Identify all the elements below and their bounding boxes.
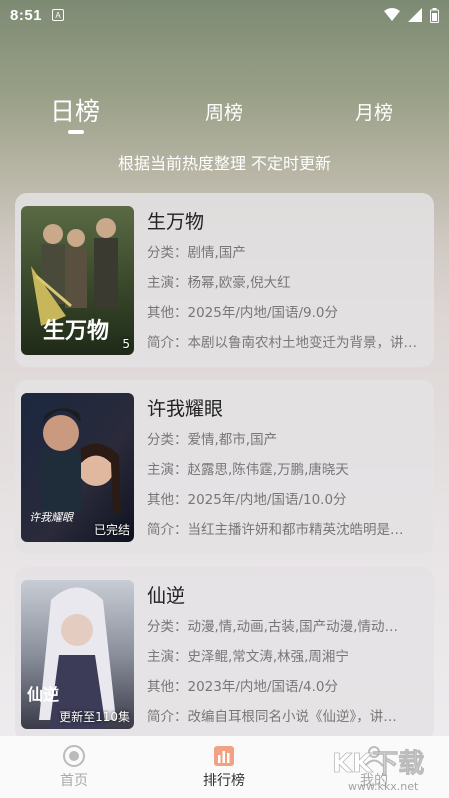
item-cast: 主演：史泽鲲,常文涛,林强,周湘宁 [147, 649, 349, 665]
status-icons [384, 7, 439, 23]
poster-image[interactable]: 许我耀眼 已完结 [21, 393, 134, 542]
poster-image[interactable]: 生万物 5 [21, 206, 134, 355]
item-title[interactable]: 生万物 [147, 207, 204, 234]
tab-indicator [68, 130, 84, 134]
nav-home[interactable]: 首页 [24, 736, 124, 798]
wifi-icon [384, 8, 400, 21]
item-cast: 主演：赵露思,陈伟霆,万鹏,唐晓天 [147, 462, 349, 478]
home-icon [63, 744, 85, 767]
poster-art: 许我耀眼 [21, 393, 134, 542]
item-category: 分类：爱情,都市,国产 [147, 432, 278, 448]
tab-daily[interactable]: 日榜 [50, 92, 100, 128]
item-intro: 简介：当红主播许妍和都市精英沈皓明是… [147, 522, 404, 538]
episode-badge: 更新至110集 [59, 710, 130, 724]
notification-a-icon: A [52, 9, 65, 21]
nav-ranking-label: 排行榜 [203, 772, 245, 789]
poster-title: 许我耀眼 [29, 511, 75, 524]
watermark-text: KK下载 [332, 749, 424, 779]
item-intro: 简介：本剧以鲁南农村土地变迁为背景，讲述… [147, 335, 429, 351]
tab-monthly[interactable]: 月榜 [355, 98, 393, 125]
item-title[interactable]: 许我耀眼 [147, 394, 223, 421]
poster-title: 仙逆 [27, 685, 59, 704]
signal-icon [408, 8, 422, 22]
item-title[interactable]: 仙逆 [147, 581, 185, 608]
subtitle: 根据当前热度整理 不定时更新 [117, 154, 332, 173]
item-other: 其他：2025年/内地/国语/10.0分 [147, 492, 347, 508]
watermark-logo: KK下载 www.kkx.net [332, 749, 425, 793]
poster-title: 生万物 [43, 318, 109, 344]
ranking-icon [214, 745, 234, 766]
item-category: 分类：动漫,情,动画,古装,国产动漫,情动… [147, 619, 398, 635]
rank-card[interactable]: 仙逆 更新至110集 仙逆 分类：动漫,情,动画,古装,国产动漫,情动… 主演：… [15, 567, 434, 741]
status-time: 8:51 [10, 6, 43, 24]
battery-icon [430, 7, 439, 23]
status-badge: 已完结 [93, 523, 130, 537]
nav-ranking[interactable]: 排行榜 [174, 736, 274, 798]
rank-tabs: 日榜 周榜 月榜 [0, 92, 449, 132]
item-intro: 简介：改编自耳根同名小说《仙逆》，讲… [147, 709, 397, 725]
item-other: 其他：2025年/内地/国语/9.0分 [147, 305, 338, 321]
item-category: 分类：剧情,国产 [147, 245, 246, 261]
item-other: 其他：2023年/内地/国语/4.0分 [147, 679, 338, 695]
episode-badge: 5 [122, 337, 130, 351]
poster-image[interactable]: 仙逆 更新至110集 [21, 580, 134, 729]
nav-home-label: 首页 [60, 772, 88, 789]
rank-card[interactable]: 许我耀眼 已完结 许我耀眼 分类：爱情,都市,国产 主演：赵露思,陈伟霆,万鹏,… [15, 380, 434, 554]
poster-art: 生万物 [21, 206, 134, 355]
watermark-url: www.kkx.net [348, 780, 419, 793]
status-bar: 8:51 A [0, 0, 449, 30]
item-cast: 主演：杨幂,欧豪,倪大红 [147, 275, 291, 291]
poster-art: 仙逆 [21, 580, 134, 729]
tab-weekly[interactable]: 周榜 [205, 98, 243, 125]
rank-card[interactable]: 生万物 5 生万物 分类：剧情,国产 主演：杨幂,欧豪,倪大红 其他：2025年… [15, 193, 434, 367]
